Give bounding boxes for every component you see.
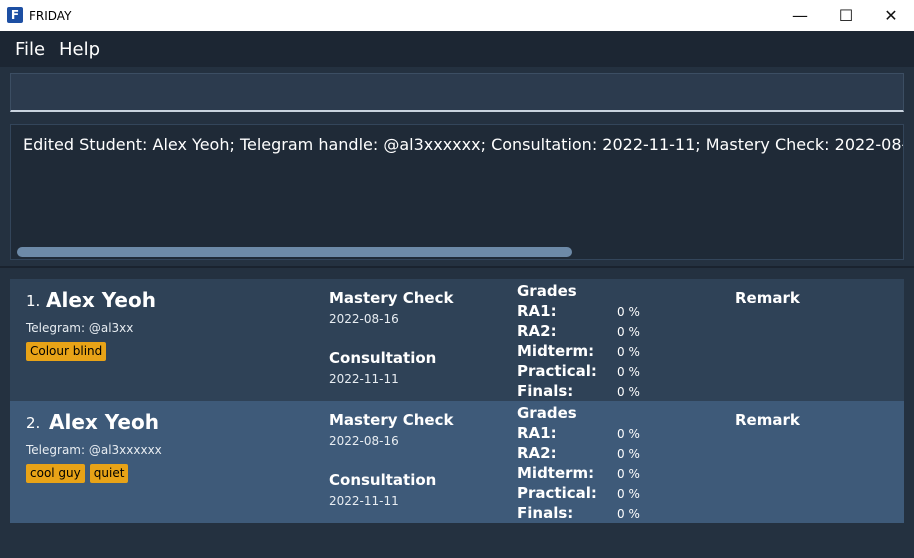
grade-value: 0 %	[617, 325, 640, 339]
menu-file[interactable]: File	[15, 39, 45, 60]
tag-list: cool guy quiet	[26, 464, 129, 483]
grades-title: Grades	[517, 282, 577, 300]
telegram-handle: Telegram: @al3xxxxxx	[26, 443, 162, 457]
grade-label: RA1:	[517, 424, 557, 442]
grade-label: RA2:	[517, 444, 557, 462]
consultation-label: Consultation	[329, 349, 437, 367]
grade-row-midterm: Midterm: 0 %	[517, 464, 657, 484]
mastery-check-label: Mastery Check	[329, 289, 454, 307]
grade-value: 0 %	[617, 467, 640, 481]
horizontal-scrollbar[interactable]	[17, 247, 572, 257]
grade-label: Finals:	[517, 382, 574, 400]
tag-badge: Colour blind	[26, 342, 107, 361]
mastery-check-date: 2022-08-16	[329, 312, 399, 326]
consultation-date: 2022-11-11	[329, 494, 399, 508]
student-index: 2.	[26, 414, 41, 432]
menu-help[interactable]: Help	[59, 39, 100, 60]
grade-row-finals: Finals: 0 %	[517, 382, 657, 402]
grade-value: 0 %	[617, 487, 640, 501]
consultation-label: Consultation	[329, 471, 437, 489]
mastery-check-date: 2022-08-16	[329, 434, 399, 448]
grades-title: Grades	[517, 404, 577, 422]
grade-label: Midterm:	[517, 342, 595, 360]
mastery-check-label: Mastery Check	[329, 411, 454, 429]
tag-badge: cool guy	[26, 464, 85, 483]
tag-list: Colour blind	[26, 342, 107, 361]
grade-value: 0 %	[617, 385, 640, 399]
grade-value: 0 %	[617, 427, 640, 441]
grade-row-finals: Finals: 0 %	[517, 504, 657, 524]
result-text: Edited Student: Alex Yeoh; Telegram hand…	[23, 135, 903, 154]
menu-bar: File Help	[0, 31, 914, 67]
app-logo-icon: F	[7, 7, 23, 23]
command-input[interactable]	[10, 73, 904, 112]
grade-value: 0 %	[617, 507, 640, 521]
window-title: FRIDAY	[29, 9, 72, 23]
tag-badge: quiet	[89, 464, 129, 483]
telegram-handle: Telegram: @al3xx	[26, 321, 134, 335]
grade-value: 0 %	[617, 447, 640, 461]
grade-row-midterm: Midterm: 0 %	[517, 342, 657, 362]
grade-row-practical: Practical: 0 %	[517, 362, 657, 382]
grade-label: Practical:	[517, 362, 597, 380]
grade-row-practical: Practical: 0 %	[517, 484, 657, 504]
student-name: Alex Yeoh	[49, 410, 159, 434]
student-name: Alex Yeoh	[46, 288, 156, 312]
grade-label: Practical:	[517, 484, 597, 502]
grade-label: RA1:	[517, 302, 557, 320]
grade-value: 0 %	[617, 345, 640, 359]
title-bar: F FRIDAY — ☐ ✕	[0, 0, 914, 31]
grade-value: 0 %	[617, 365, 640, 379]
remark-label: Remark	[735, 411, 800, 429]
student-card[interactable]: 1. Alex Yeoh Telegram: @al3xx Colour bli…	[10, 279, 904, 401]
grade-label: Finals:	[517, 504, 574, 522]
remark-label: Remark	[735, 289, 800, 307]
grade-row-ra2: RA2: 0 %	[517, 322, 657, 342]
grade-label: RA2:	[517, 322, 557, 340]
grade-row-ra1: RA1: 0 %	[517, 302, 657, 322]
consultation-date: 2022-11-11	[329, 372, 399, 386]
student-index: 1.	[26, 292, 41, 310]
minimize-button[interactable]: —	[777, 0, 823, 31]
grade-label: Midterm:	[517, 464, 595, 482]
grade-row-ra1: RA1: 0 %	[517, 424, 657, 444]
student-card-selected[interactable]: 2. Alex Yeoh Telegram: @al3xxxxxx cool g…	[10, 401, 904, 523]
grade-row-ra2: RA2: 0 %	[517, 444, 657, 464]
result-display: Edited Student: Alex Yeoh; Telegram hand…	[10, 124, 904, 260]
maximize-button[interactable]: ☐	[823, 0, 869, 31]
close-button[interactable]: ✕	[868, 0, 914, 31]
grade-value: 0 %	[617, 305, 640, 319]
